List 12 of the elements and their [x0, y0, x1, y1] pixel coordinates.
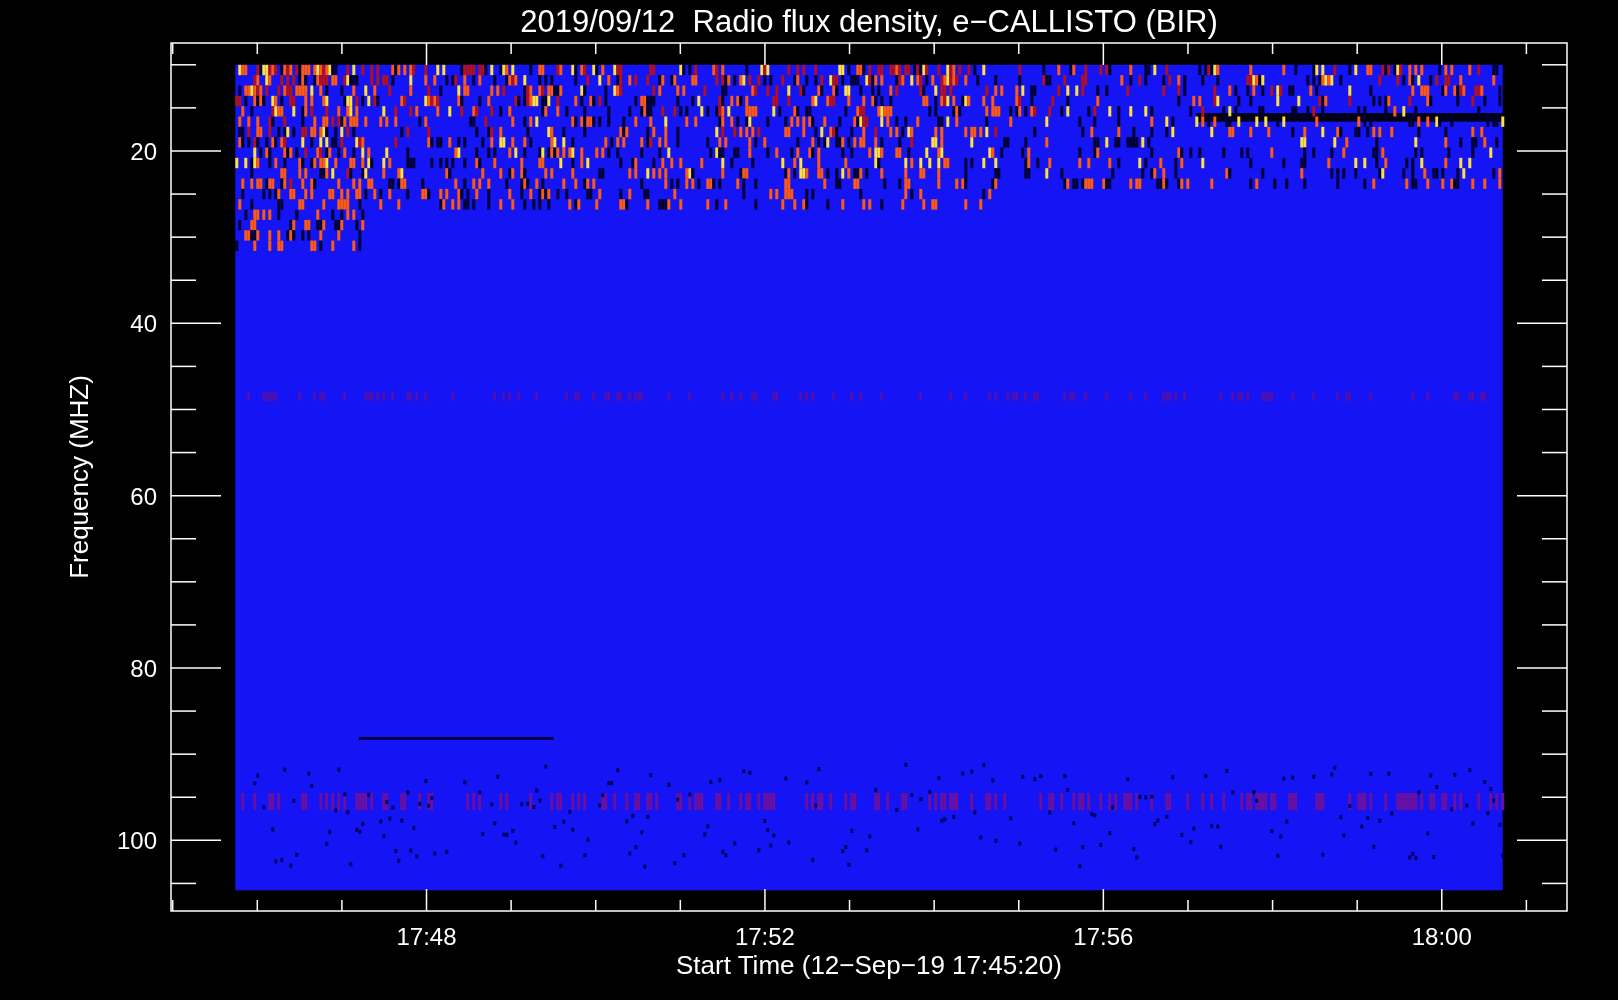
y-tick-label: 20	[130, 137, 157, 165]
y-axis-label: Frequency (MHZ)	[64, 375, 94, 579]
y-tick-label: 100	[116, 827, 157, 855]
x-axis-label: Start Time (12−Sep−19 17:45:20)	[676, 950, 1062, 980]
x-tick-label: 17:56	[1073, 923, 1134, 950]
y-tick-label: 60	[130, 482, 157, 510]
y-tick-label: 40	[130, 310, 157, 338]
y-tick-label: 80	[130, 655, 157, 682]
x-tick-label: 18:00	[1411, 923, 1472, 950]
chart-title: 2019/09/12 Radio flux density, e−CALLISTO (BIR)	[520, 4, 1218, 39]
x-tick-label: 17:52	[734, 923, 795, 950]
x-tick-label: 17:48	[396, 923, 457, 950]
